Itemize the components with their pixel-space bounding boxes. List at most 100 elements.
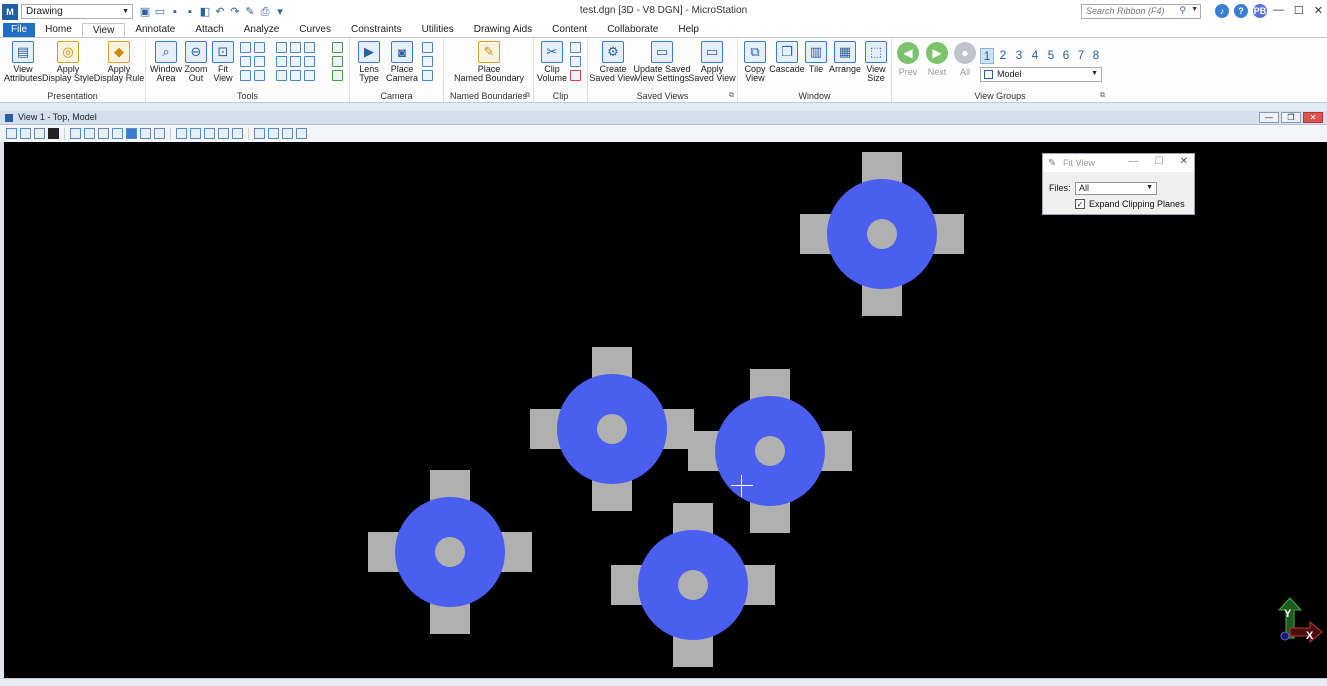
view-size-icon[interactable] (232, 128, 243, 139)
tab-utilities[interactable]: Utilities (412, 23, 464, 37)
zoom-out-icon[interactable] (98, 128, 109, 139)
tab-curves[interactable]: Curves (289, 23, 341, 37)
top-view-icon[interactable] (276, 42, 287, 53)
help-icon[interactable]: ? (1234, 4, 1248, 18)
update-view-icon[interactable] (70, 128, 81, 139)
front-view-icon[interactable] (290, 42, 301, 53)
save-all-icon[interactable]: ▪ (184, 6, 196, 18)
design-part[interactable] (530, 347, 694, 511)
pin-icon[interactable]: ✎ (244, 6, 256, 18)
design-part[interactable] (368, 470, 532, 634)
pan-view-icon[interactable] (154, 128, 165, 139)
clip-delete-icon[interactable] (570, 70, 581, 81)
refresh-icon[interactable] (332, 42, 343, 53)
view-attributes-button[interactable]: ▤ View Attributes (4, 41, 42, 83)
right-iso-icon[interactable] (290, 70, 301, 81)
camera-target-icon[interactable] (422, 42, 433, 53)
tab-collaborate[interactable]: Collaborate (597, 23, 668, 37)
files-select[interactable]: All ▼ (1075, 182, 1157, 195)
right-view-icon[interactable] (276, 56, 287, 67)
fit-view-icon[interactable] (126, 128, 137, 139)
bottom-view-icon[interactable] (290, 56, 301, 67)
rotate-view-icon[interactable] (240, 70, 251, 81)
customize-qat-icon[interactable]: ▾ (274, 6, 286, 18)
search-icon[interactable]: ⚲ (1179, 5, 1186, 16)
walk-icon[interactable] (176, 128, 187, 139)
view-4-toggle[interactable]: 4 (1028, 48, 1042, 62)
prev-arrow-icon[interactable]: ◀ (897, 42, 919, 64)
apply-saved-view-button[interactable]: ▭ Apply Saved View (688, 41, 736, 83)
dialog-launcher-icon[interactable]: ⧉ (729, 92, 734, 100)
tab-file[interactable]: File (3, 23, 36, 37)
fit-view-button[interactable]: ⊡ Fit View (210, 41, 236, 83)
left-view-icon[interactable] (276, 70, 287, 81)
create-saved-view-button[interactable]: ⚙ Create Saved View (589, 41, 637, 83)
view-lighting-icon[interactable] (34, 128, 45, 139)
camera-lens-icon[interactable] (422, 70, 433, 81)
zoom-in-icon[interactable] (240, 56, 251, 67)
view-3-toggle[interactable]: 3 (1012, 48, 1026, 62)
maximize-icon[interactable]: ☐ (1155, 156, 1164, 167)
redo-icon[interactable]: ↷ (229, 6, 241, 18)
print-icon[interactable]: ⎙ (259, 6, 271, 18)
copy-view-icon[interactable] (218, 128, 229, 139)
save-icon[interactable]: ▪ (169, 6, 181, 18)
tab-analyze[interactable]: Analyze (234, 23, 290, 37)
close-icon[interactable]: ✕ (1180, 156, 1188, 167)
view-play-icon[interactable] (48, 128, 59, 139)
view-next-icon[interactable] (254, 56, 265, 67)
view-7-toggle[interactable]: 7 (1074, 48, 1088, 62)
tab-help[interactable]: Help (668, 23, 709, 37)
camera-icon[interactable] (254, 128, 265, 139)
clip-mask-icon[interactable] (570, 42, 581, 53)
search-ribbon-input[interactable]: Search Ribbon (F4) ⚲ ▼ (1081, 4, 1201, 19)
tab-view[interactable]: View (81, 23, 126, 37)
close-icon[interactable]: ✕ (1314, 4, 1323, 17)
fit-view-dialog-titlebar[interactable]: ✎ Fit View — ☐ ✕ (1043, 154, 1194, 172)
tab-constraints[interactable]: Constraints (341, 23, 412, 37)
view-2-toggle[interactable]: 2 (996, 48, 1010, 62)
user-avatar[interactable]: PB (1253, 4, 1267, 18)
minimize-icon[interactable]: — (1273, 4, 1284, 17)
walk-icon[interactable] (254, 70, 265, 81)
copy-view-button[interactable]: ⧉ Copy View (740, 41, 770, 83)
view-cube-icon[interactable] (304, 70, 315, 81)
view-5-toggle[interactable]: 5 (1044, 48, 1058, 62)
apply-display-rule-button[interactable]: ◆ Apply Display Rule (94, 41, 144, 83)
design-part[interactable] (611, 503, 775, 667)
tab-annotate[interactable]: Annotate (125, 23, 185, 37)
tab-attach[interactable]: Attach (185, 23, 233, 37)
undo-icon[interactable]: ↶ (214, 6, 226, 18)
update-saved-view-settings-button[interactable]: ▭ Update Saved View Settings (633, 41, 691, 83)
link-icon[interactable] (332, 56, 343, 67)
open-folder-icon[interactable]: ▭ (154, 6, 166, 18)
view-display-style-icon[interactable] (20, 128, 31, 139)
arrange-button[interactable]: ▦ Arrange (828, 41, 862, 74)
view-toggle-icon[interactable]: ▣ (139, 6, 151, 18)
tab-content[interactable]: Content (542, 23, 597, 37)
view-attributes-icon[interactable] (6, 128, 17, 139)
pan-icon[interactable] (240, 42, 251, 53)
clip-copy-icon[interactable] (570, 56, 581, 67)
window-area-button[interactable]: ⌕ Window Area (150, 41, 182, 83)
view-window-titlebar[interactable]: View 1 - Top, Model — ❐ ✕ (0, 111, 1327, 125)
notification-bell-icon[interactable]: ♪ (1215, 4, 1229, 18)
minimize-icon[interactable]: — (1129, 156, 1139, 167)
iso-view-icon[interactable] (304, 42, 315, 53)
view-group-select[interactable]: Model ▼ (980, 67, 1102, 82)
next-arrow-icon[interactable]: ▶ (926, 42, 948, 64)
dialog-launcher-icon[interactable]: ⧉ (1100, 92, 1105, 100)
expand-clipping-planes-checkbox[interactable]: ✓ (1075, 199, 1085, 209)
view-size-button[interactable]: ⬚ View Size (862, 41, 890, 83)
zoom-in-icon[interactable] (84, 128, 95, 139)
view-6-toggle[interactable]: 6 (1059, 48, 1073, 62)
all-views-icon[interactable]: ● (954, 42, 976, 64)
clip-volume-icon[interactable] (268, 128, 279, 139)
window-area-icon[interactable] (112, 128, 123, 139)
compress-icon[interactable]: ◧ (199, 6, 211, 18)
chevron-down-icon[interactable]: ▼ (1191, 6, 1198, 13)
place-named-boundary-button[interactable]: ✎ Place Named Boundary (448, 41, 530, 83)
camera-settings-icon[interactable] (422, 56, 433, 67)
view-close-button[interactable]: ✕ (1303, 112, 1323, 123)
cascade-button[interactable]: ❐ Cascade (769, 41, 805, 74)
